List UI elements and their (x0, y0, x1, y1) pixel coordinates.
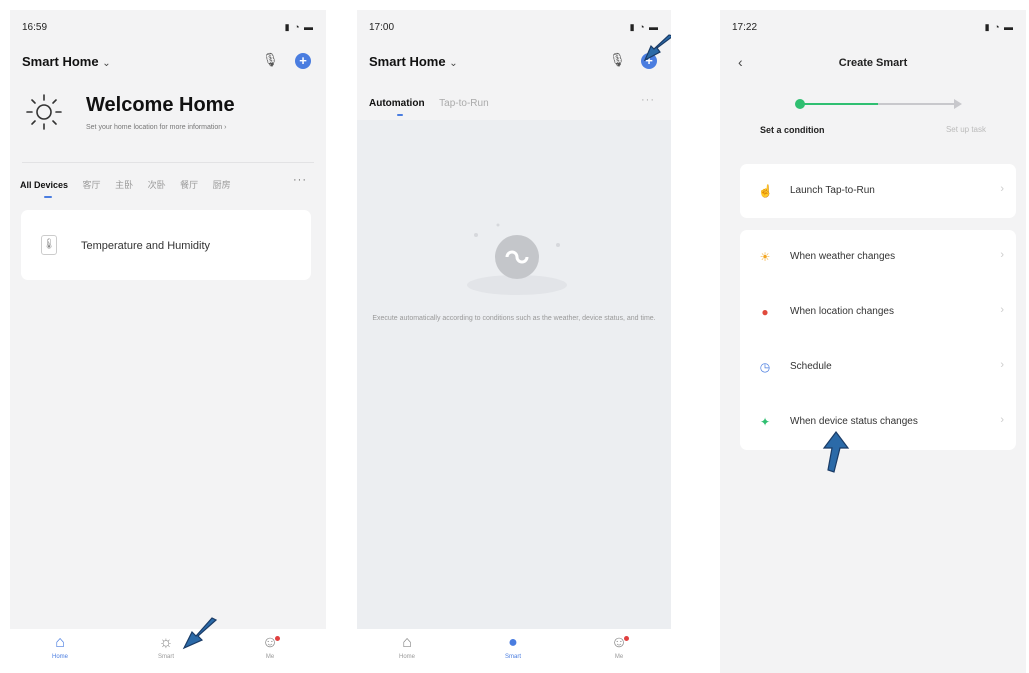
chevron-right-icon: › (224, 124, 227, 131)
smart-icon: ● (508, 634, 518, 651)
chevron-right-icon: › (1000, 414, 1004, 426)
row-label: When location changes (790, 306, 894, 317)
schedule-condition-row[interactable]: ◷ Schedule › (740, 340, 1016, 394)
active-tab-indicator (397, 114, 403, 116)
welcome-subtitle-text: Set your home location for more informat… (86, 124, 223, 131)
bottom-tab-bar: ⌂ Home ● Smart ☺ Me (357, 629, 671, 673)
chevron-down-icon: ⌄ (449, 58, 458, 69)
clock-icon: ◷ (759, 360, 771, 374)
phone-create-smart-screen: 17:22 ▮ ◔ ▬ ‹ Create Smart Set a conditi… (720, 10, 1026, 673)
tab-me-label: Me (614, 654, 624, 660)
divider (22, 162, 314, 163)
step-set-condition: Set a condition (760, 125, 825, 135)
more-icon[interactable]: ··· (641, 94, 655, 106)
step-set-up-task: Set up task (945, 125, 986, 134)
pointer-arrow-icon (643, 34, 671, 62)
tab-tap-to-run[interactable]: Tap-to-Run (439, 98, 488, 109)
chevron-right-icon: › (1000, 359, 1004, 371)
status-time: 17:00 (369, 22, 395, 33)
tab-smart[interactable]: ● Smart (493, 633, 533, 660)
device-icon: ✦ (759, 415, 771, 429)
row-label: Schedule (790, 361, 832, 372)
row-label: When device status changes (790, 416, 918, 427)
phone-smart-screen: 17:00 ▮ ◔ ▬ Smart Home ⌄ 🎙 + Automation … (357, 10, 671, 673)
tab-smart-label: Smart (504, 654, 521, 660)
tab-dining-room[interactable]: 餐厅 (180, 178, 198, 191)
notification-dot (275, 636, 280, 641)
row-label: Launch Tap-to-Run (790, 185, 875, 196)
bottom-tab-bar: ⌂ Home ☼ Smart ☺ Me (10, 629, 326, 673)
notification-dot (624, 636, 629, 641)
link-icon (467, 223, 567, 295)
me-icon: ☺ (261, 634, 279, 651)
home-name: Smart Home (369, 54, 446, 69)
tab-home-label: Home (51, 654, 68, 660)
tab-home[interactable]: ⌂ Home (387, 633, 427, 660)
pointer-arrow-icon (182, 617, 218, 650)
sun-icon (26, 94, 62, 130)
status-bar: 17:00 ▮ ◔ ▬ (369, 22, 659, 36)
welcome-subtitle[interactable]: Set your home location for more informat… (86, 124, 226, 131)
tab-me[interactable]: ☺ Me (250, 633, 290, 660)
active-tab-indicator (44, 196, 52, 198)
home-selector[interactable]: Smart Home ⌄ (369, 54, 458, 69)
row-label: When weather changes (790, 251, 896, 262)
home-icon: ⌂ (402, 634, 412, 651)
room-tabs: All Devices 客厅 主卧 次卧 餐厅 厨房 (20, 178, 316, 192)
mic-icon[interactable]: 🎙 (609, 52, 626, 68)
smart-tabs: Automation Tap-to-Run (369, 98, 489, 109)
launch-tap-to-run-row[interactable]: ☝ Launch Tap-to-Run › (740, 164, 1016, 218)
hand-icon: ☝ (758, 184, 773, 198)
tab-smart-label: Smart (157, 654, 174, 660)
pointer-arrow-icon (822, 431, 850, 473)
more-icon[interactable]: ··· (293, 174, 307, 186)
tab-me-label: Me (265, 654, 275, 660)
status-icons: ▮ ◔ ▬ (984, 22, 1014, 32)
weather-condition-row[interactable]: ☀ When weather changes › (740, 230, 1016, 284)
progress-stepper (795, 99, 962, 109)
me-icon: ☺ (610, 634, 628, 651)
chevron-right-icon: › (1000, 249, 1004, 261)
thermometer-icon: 🌡 (41, 235, 57, 255)
tab-home[interactable]: ⌂ Home (40, 633, 80, 660)
phone-home-screen: 16:59 ▮ ◔ ▬ Smart Home ⌄ 🎙 + Welcome Hom… (10, 10, 326, 673)
tab-automation[interactable]: Automation (369, 98, 425, 109)
status-time: 16:59 (22, 22, 48, 33)
chevron-right-icon: › (1000, 183, 1004, 195)
device-card[interactable]: 🌡 Temperature and Humidity (21, 210, 311, 280)
launch-card: ☝ Launch Tap-to-Run › (740, 164, 1016, 218)
tab-living-room[interactable]: 客厅 (83, 178, 101, 191)
home-selector[interactable]: Smart Home ⌄ (22, 54, 111, 69)
location-condition-row[interactable]: ● When location changes › (740, 285, 1016, 339)
location-icon: ● (761, 305, 769, 319)
home-icon: ⌂ (55, 634, 65, 651)
status-icons: ▮ ◔ ▬ (629, 22, 659, 32)
screenshot-stage: 16:59 ▮ ◔ ▬ Smart Home ⌄ 🎙 + Welcome Hom… (0, 0, 1029, 673)
automation-empty-area: Execute automatically according to condi… (357, 120, 671, 629)
weather-icon: ☀ (759, 250, 771, 264)
chevron-down-icon: ⌄ (102, 58, 111, 69)
mic-icon[interactable]: 🎙 (262, 52, 279, 68)
tab-me[interactable]: ☺ Me (599, 633, 639, 660)
welcome-title: Welcome Home (86, 94, 235, 116)
status-icons: ▮ ◔ ▬ (284, 22, 314, 32)
tab-all-devices[interactable]: All Devices (20, 180, 68, 190)
chevron-right-icon: › (1000, 304, 1004, 316)
plus-icon[interactable]: + (295, 53, 311, 69)
tab-second-bedroom[interactable]: 次卧 (148, 178, 166, 191)
status-bar: 17:22 ▮ ◔ ▬ (732, 22, 1014, 36)
device-status-condition-row[interactable]: ✦ When device status changes › (740, 395, 1016, 449)
conditions-card: ☀ When weather changes › ● When location… (740, 230, 1016, 450)
page-title: Create Smart (838, 57, 908, 69)
tab-kitchen[interactable]: 厨房 (213, 178, 231, 191)
status-bar: 16:59 ▮ ◔ ▬ (22, 22, 314, 36)
device-name: Temperature and Humidity (81, 240, 211, 252)
tab-master-bedroom[interactable]: 主卧 (115, 178, 133, 191)
status-time: 17:22 (732, 22, 758, 33)
tab-home-label: Home (398, 654, 415, 660)
home-name: Smart Home (22, 54, 99, 69)
empty-state-text: Execute automatically according to condi… (372, 315, 656, 322)
